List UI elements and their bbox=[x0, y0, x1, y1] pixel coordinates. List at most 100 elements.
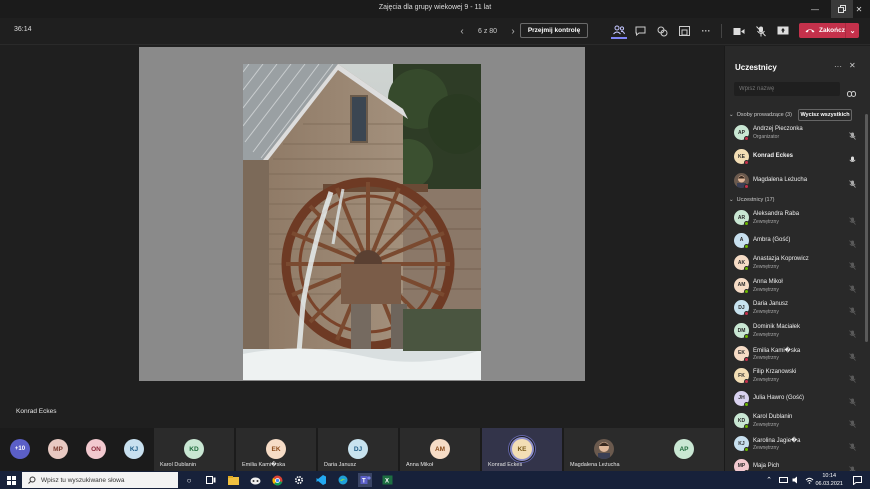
camera-toggle-button[interactable] bbox=[731, 23, 747, 39]
title-bar: Zajęcia dla grupy wiekowej 9 - 11 lat — … bbox=[0, 0, 870, 18]
participant-row[interactable]: AR Aleksandra Raba Zewnętrzny bbox=[730, 208, 858, 228]
chat-button[interactable] bbox=[632, 23, 648, 39]
participant-name: Ambra (Gość) bbox=[753, 236, 791, 243]
game-icon[interactable] bbox=[248, 473, 262, 487]
tray-volume-icon[interactable] bbox=[789, 473, 803, 487]
vscode-icon[interactable] bbox=[314, 473, 328, 487]
presence-status-icon bbox=[744, 334, 749, 339]
participant-row[interactable]: DM Dominik Maciałek Zewnętrzny bbox=[730, 321, 858, 341]
search-icon bbox=[28, 476, 36, 484]
notifications-icon[interactable] bbox=[850, 473, 864, 487]
participant-role: Zewnętrzny bbox=[753, 354, 779, 361]
edge-icon[interactable] bbox=[336, 473, 350, 487]
participant-mic-icon[interactable] bbox=[849, 348, 856, 366]
reactions-button[interactable] bbox=[654, 23, 670, 39]
participant-role: Zewnętrzny bbox=[753, 332, 779, 338]
task-view-icon[interactable] bbox=[204, 473, 218, 487]
participant-mic-icon[interactable] bbox=[849, 370, 856, 388]
participant-avatar[interactable]: KJ bbox=[124, 439, 144, 459]
participants-button[interactable] bbox=[611, 23, 627, 39]
participant-mic-icon[interactable] bbox=[849, 438, 856, 456]
share-screen-button[interactable] bbox=[775, 23, 791, 39]
share-invite-button[interactable] bbox=[847, 84, 856, 102]
meeting-timer: 36:14 bbox=[14, 26, 32, 33]
participant-avatar: DJ bbox=[348, 439, 368, 459]
participant-row[interactable]: Magdalena Leżucha bbox=[730, 171, 858, 191]
participant-row[interactable]: AK Anastazja Koprowicz Zewnętrzny bbox=[730, 253, 858, 273]
participant-row[interactable]: KE Konrad Eckes bbox=[730, 147, 858, 167]
chrome-icon[interactable] bbox=[270, 473, 284, 487]
mic-toggle-button[interactable] bbox=[753, 23, 769, 39]
breakout-rooms-button[interactable] bbox=[676, 23, 692, 39]
participant-name: Anastazja Koprowicz bbox=[753, 256, 809, 263]
participant-tile-name: Anna Mikoł bbox=[406, 462, 434, 468]
participant-role: Zewnętrzny bbox=[753, 309, 779, 316]
overflow-participants-button[interactable]: +10 bbox=[10, 439, 30, 459]
more-actions-button[interactable]: ··· bbox=[698, 23, 714, 39]
participant-tile-active[interactable]: KE Konrad Eckes bbox=[482, 428, 562, 471]
taskbar-search-box[interactable]: Wpisz tu wyszukiwane słowa bbox=[22, 472, 178, 488]
presenters-section-header[interactable]: ⌄ Osoby prowadzące (3) bbox=[729, 112, 792, 118]
participant-mic-icon[interactable] bbox=[849, 235, 856, 253]
minimize-button[interactable]: — bbox=[804, 0, 826, 18]
participant-mic-icon[interactable] bbox=[849, 257, 856, 275]
panel-scrollbar[interactable] bbox=[865, 114, 868, 342]
participant-mic-icon[interactable] bbox=[849, 325, 856, 343]
toolbar-divider bbox=[721, 24, 722, 38]
participant-search-input[interactable] bbox=[734, 82, 840, 96]
participant-mic-icon[interactable] bbox=[849, 212, 856, 230]
participant-tile[interactable]: KD Karol Dublanin bbox=[154, 428, 234, 471]
task-view-button[interactable]: ○ bbox=[182, 473, 196, 487]
participant-mic-icon[interactable] bbox=[849, 175, 856, 193]
end-options-chevron-icon[interactable]: ⌄ bbox=[845, 23, 859, 38]
participant-tile[interactable]: EK Emilia Kami�ska bbox=[236, 428, 316, 471]
next-slide-button[interactable]: › bbox=[507, 24, 519, 38]
participant-row[interactable]: JH Julia Hawro (Gość) bbox=[730, 389, 858, 409]
link-icon bbox=[847, 91, 856, 97]
file-explorer-icon[interactable] bbox=[226, 473, 240, 487]
close-window-button[interactable]: ✕ bbox=[848, 0, 870, 18]
participant-tile[interactable]: Magdalena Leżucha bbox=[564, 428, 644, 471]
panel-more-options-button[interactable]: ··· bbox=[834, 62, 842, 71]
chevron-down-icon: ⌄ bbox=[729, 197, 734, 203]
mic-off-icon bbox=[756, 25, 766, 36]
reactions-icon bbox=[657, 26, 667, 36]
participant-row[interactable]: AP Andrzej Pieczonka Organizator bbox=[730, 123, 858, 143]
presence-status-icon bbox=[744, 160, 749, 165]
end-meeting-button[interactable]: Zakończ ⌄ bbox=[799, 23, 859, 38]
participant-row[interactable]: A Ambra (Gość) bbox=[730, 231, 858, 251]
participant-row[interactable]: KJ Karolina Jagie�a Zewnętrzny bbox=[730, 434, 858, 454]
participant-row[interactable]: KD Karol Dublanin Zewnętrzny bbox=[730, 411, 858, 431]
participant-row[interactable]: EK Emilia Kami�ska Zewnętrzny bbox=[730, 344, 858, 364]
participant-avatar[interactable]: ON bbox=[86, 439, 106, 459]
participant-avatar[interactable]: MP bbox=[48, 439, 68, 459]
excel-icon[interactable]: X bbox=[380, 473, 394, 487]
participant-mic-icon[interactable] bbox=[849, 302, 856, 320]
participant-mic-icon[interactable] bbox=[849, 415, 856, 433]
participant-tile[interactable]: AP bbox=[644, 428, 724, 471]
participant-row[interactable]: FK Filip Krzanowski Zewnętrzny bbox=[730, 366, 858, 386]
previous-slide-button[interactable]: ‹ bbox=[456, 24, 468, 38]
chat-icon bbox=[635, 26, 645, 36]
participant-row[interactable]: AM Anna Mikoł Zewnętrzny bbox=[730, 276, 858, 296]
start-button[interactable] bbox=[4, 473, 18, 487]
participant-mic-icon[interactable] bbox=[849, 151, 856, 169]
panel-close-icon[interactable]: ✕ bbox=[849, 61, 856, 70]
taskbar-clock[interactable]: 10:14 06.03.2021 bbox=[815, 472, 843, 488]
participant-name: Anna Mikoł bbox=[753, 278, 783, 285]
participant-mic-icon[interactable] bbox=[849, 280, 856, 298]
take-control-button[interactable]: Przejmij kontrolę bbox=[520, 23, 588, 38]
tray-people-icon[interactable]: ⌃ bbox=[762, 473, 776, 487]
teams-icon[interactable]: T bbox=[358, 473, 372, 487]
participant-name: Julia Hawro (Gość) bbox=[753, 394, 805, 401]
participant-mic-icon[interactable] bbox=[849, 393, 856, 411]
attendees-section-header[interactable]: ⌄ Uczestnicy (17) bbox=[729, 197, 775, 203]
settings-gear-icon[interactable] bbox=[292, 473, 306, 487]
mute-all-button[interactable]: Wycisz wszystkich bbox=[798, 109, 852, 121]
tray-wifi-icon[interactable] bbox=[802, 473, 816, 487]
participant-tile[interactable]: AM Anna Mikoł bbox=[400, 428, 480, 471]
tray-network-icon[interactable] bbox=[776, 473, 790, 487]
participant-row[interactable]: DJ Daria Janusz Zewnętrzny bbox=[730, 298, 858, 318]
participant-mic-icon[interactable] bbox=[849, 127, 856, 145]
participant-tile[interactable]: DJ Daria Janusz bbox=[318, 428, 398, 471]
